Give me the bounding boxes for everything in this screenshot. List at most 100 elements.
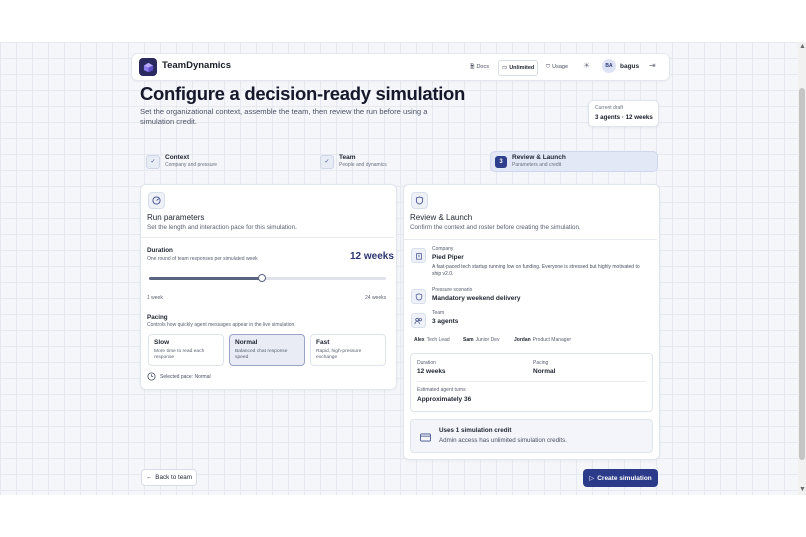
current-draft-card: Current draft 3 agents · 12 weeks [588, 100, 659, 127]
usage-icon: ⛉ [546, 63, 551, 70]
app-name[interactable]: TeamDynamics [162, 60, 231, 71]
building-icon [411, 248, 426, 263]
credit-card-icon [420, 429, 431, 447]
scrollbar-thumb[interactable] [799, 88, 805, 460]
page-title: Configure a decision-ready simulation [140, 83, 466, 104]
credit-title: Uses 1 simulation credit [439, 427, 512, 434]
pace-option-fast[interactable]: Fast Rapid, high-pressure exchange [310, 334, 386, 366]
pacing-description: Controls how quickly agent messages appe… [147, 322, 296, 328]
avatar: BA [602, 59, 616, 73]
slider-fill [149, 277, 263, 280]
selected-pace-text: Selected pace: Normal [160, 373, 211, 380]
slider-max-label: 24 weeks [365, 295, 387, 301]
selected-pace-indicator: Selected pace: Normal [147, 372, 211, 381]
member-role: Product Manager [532, 337, 572, 343]
step-subtitle: Company and pressure [165, 162, 217, 168]
step-subtitle: People and dynamics [339, 162, 387, 168]
pace-description: Balanced chat response speed [235, 349, 288, 360]
member-name: Sam [463, 337, 474, 343]
step-team[interactable]: ✓ Team People and dynamics [320, 151, 387, 172]
member-role: Junior Dev [475, 337, 500, 343]
team-member-chip: Sam Junior Dev [463, 336, 499, 344]
clock-icon [147, 372, 156, 381]
play-icon: ▷ [589, 475, 595, 482]
credit-card-icon: ▭ [502, 65, 508, 71]
duration-description: One round of team responses per simulate… [147, 256, 258, 262]
credit-subtitle: Admin access has unlimited simulation cr… [439, 437, 567, 444]
member-name: Jordan [514, 337, 531, 343]
summary-pacing-label: Pacing [533, 360, 549, 366]
divider [417, 381, 646, 382]
duration-label: Duration [147, 247, 173, 254]
company-description: A fast-paced tech startup running low on… [432, 264, 640, 277]
shield-icon [411, 289, 426, 304]
users-icon [411, 313, 426, 328]
scenario-value: Mandatory weekend delivery [432, 295, 521, 302]
run-parameters-subtitle: Set the length and interaction pace for … [147, 224, 297, 231]
duration-value: 12 weeks [350, 251, 394, 262]
create-simulation-button[interactable]: ▷ Create simulation [583, 469, 658, 487]
scroll-up-arrow-icon[interactable]: ▲ [799, 43, 806, 50]
logout-icon[interactable]: ⇥ [649, 61, 656, 70]
pace-name: Normal [235, 339, 258, 346]
top-navigation-bar: TeamDynamics 🗎 Docs ▭ Unlimited ⛉ Usage ☀ B… [131, 53, 670, 81]
company-label: Company [432, 246, 454, 252]
draft-value: 3 agents · 12 weeks [595, 114, 653, 121]
step-review-launch[interactable]: 3 Review & Launch Parameters and credit [490, 151, 658, 172]
scenario-label: Pressure scenario [432, 287, 473, 293]
pacing-label: Pacing [147, 314, 168, 321]
credit-info-box: Uses 1 simulation credit Admin access ha… [410, 419, 653, 453]
app-logo-icon[interactable] [139, 58, 157, 76]
pace-option-slow[interactable]: Slow More time to read each response [148, 334, 224, 366]
duration-slider[interactable] [149, 274, 386, 282]
estimated-turns-value: Approximately 36 [417, 396, 472, 403]
draft-label: Current draft [595, 105, 624, 111]
company-name: Pied Piper [432, 254, 464, 261]
step-number: 3 [495, 155, 507, 168]
divider [141, 237, 394, 238]
run-summary-box: Duration 12 weeks Pacing Normal Estimate… [410, 353, 653, 412]
step-title: Context [165, 154, 190, 161]
shield-icon [411, 192, 428, 209]
pace-name: Slow [154, 339, 170, 346]
checkmark-icon: ✓ [320, 154, 334, 169]
checkmark-icon: ✓ [146, 154, 160, 169]
member-name: Alex [414, 337, 425, 343]
username: bagus [620, 62, 640, 70]
unlimited-plan-button[interactable]: ▭ Unlimited [498, 60, 539, 76]
page-subtitle: Set the organizational context, assemble… [140, 107, 428, 126]
review-title: Review & Launch [410, 213, 473, 222]
summary-duration-value: 12 weeks [417, 368, 446, 375]
estimated-turns-label: Estimated agent turns [417, 387, 466, 393]
summary-pacing-value: Normal [533, 368, 556, 375]
scroll-down-arrow-icon[interactable]: ▼ [799, 486, 806, 493]
back-label: Back to team [155, 474, 193, 481]
divider [404, 239, 657, 240]
step-context[interactable]: ✓ Context Company and pressure [146, 151, 217, 172]
review-subtitle: Confirm the context and roster before cr… [410, 224, 581, 231]
theme-toggle-sun-icon[interactable]: ☀ [583, 61, 590, 70]
usage-link[interactable]: ⛉ Usage [543, 60, 571, 74]
step-subtitle: Parameters and credit [512, 162, 562, 168]
run-parameters-title: Run parameters [147, 213, 205, 222]
usage-label: Usage [552, 64, 569, 70]
team-value: 3 agents [432, 318, 459, 325]
team-member-chip: Jordan Product Manager [514, 336, 571, 344]
member-role: Tech Lead [426, 337, 450, 343]
pace-name: Fast [316, 339, 330, 346]
docs-link[interactable]: 🗎 Docs [467, 60, 492, 74]
back-to-team-button[interactable]: ← Back to team [141, 469, 197, 486]
document-icon: 🗎 [470, 63, 475, 70]
step-title: Review & Launch [512, 154, 566, 161]
user-menu[interactable]: BA bagus [602, 59, 639, 73]
docs-label: Docs [476, 64, 489, 70]
gauge-icon [148, 192, 165, 209]
pace-description: More time to read each response [154, 349, 205, 360]
pace-option-normal[interactable]: Normal Balanced chat response speed [229, 334, 305, 366]
team-member-chip: Alex Tech Lead [414, 336, 450, 344]
pace-description: Rapid, high-pressure exchange [316, 349, 362, 360]
unlimited-label: Unlimited [509, 65, 535, 71]
step-title: Team [339, 154, 356, 161]
summary-duration-label: Duration [417, 360, 436, 366]
slider-min-label: 1 week [147, 295, 163, 301]
